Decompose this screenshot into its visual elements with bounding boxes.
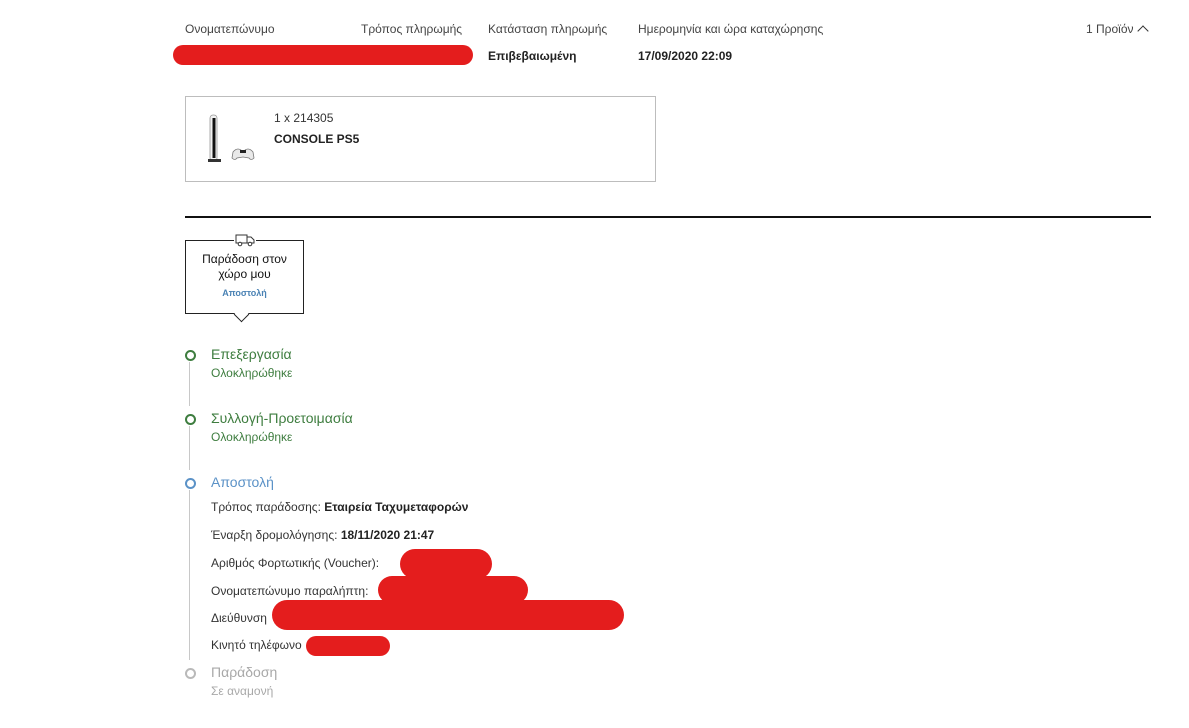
redacted-mobile: [306, 636, 390, 656]
step-dot-active: [185, 478, 196, 489]
step-title: Παράδοση: [211, 664, 278, 680]
timeline-line: [189, 426, 190, 470]
delivery-method-label: Τρόπος παράδοσης:: [211, 500, 321, 514]
delivery-type-box: Παράδοση στον χώρο μου Αποστολή: [185, 240, 304, 314]
product-quantity: 1 x 214305: [274, 111, 334, 125]
step-title: Αποστολή: [211, 474, 274, 490]
payment-status-label: Κατάσταση πληρωμής: [488, 22, 608, 36]
payment-method-label: Τρόπος πληρωμής: [361, 22, 463, 36]
voucher-label: Αριθμός Φορτωτικής (Voucher):: [211, 556, 380, 570]
timeline-line: [189, 362, 190, 406]
name-label: Ονοματεπώνυμο: [185, 22, 275, 36]
recipient-label: Ονοματεπώνυμο παραλήπτη:: [211, 584, 369, 598]
product-image: [208, 114, 255, 162]
step-dot-pending: [185, 668, 196, 679]
delivery-method-value: Εταιρεία Ταχυμεταφορών: [324, 500, 469, 514]
mobile-label: Κινητό τηλέφωνο: [211, 638, 302, 652]
payment-status-value: Επιβεβαιωμένη: [488, 49, 577, 63]
products-toggle-label: 1 Προϊόν: [1086, 22, 1134, 36]
routing-start-value: 18/11/2020 21:47: [340, 528, 435, 542]
redacted-voucher: [400, 549, 492, 579]
truck-icon: [234, 233, 256, 247]
product-name[interactable]: CONSOLE PS5: [274, 132, 359, 146]
delivery-method-row: Τρόπος παράδοσης: Εταιρεία Ταχυμεταφορών: [211, 500, 468, 514]
product-card[interactable]: [185, 96, 656, 182]
date-label: Ημερομηνία και ώρα καταχώρησης: [638, 22, 824, 36]
step-title: Επεξεργασία: [211, 346, 292, 362]
step-subtitle: Ολοκληρώθηκε: [211, 430, 293, 444]
address-label: Διεύθυνση: [211, 611, 267, 625]
step-subtitle: Σε αναμονή: [211, 684, 274, 698]
date-value: 17/09/2020 22:09: [638, 49, 733, 63]
step-dot-completed: [185, 414, 196, 425]
products-toggle[interactable]: 1 Προϊόν: [1086, 22, 1149, 37]
redacted-name-payment: [173, 45, 473, 65]
routing-start-label: Έναρξη δρομολόγησης:: [211, 528, 338, 542]
timeline-line: [189, 490, 190, 660]
delivery-type-title: Παράδοση στον χώρο μου: [202, 252, 287, 281]
delivery-type-status: Αποστολή: [222, 288, 267, 298]
step-title: Συλλογή-Προετοιμασία: [211, 410, 353, 426]
step-dot-completed: [185, 350, 196, 361]
chevron-up-icon: [1136, 25, 1149, 37]
routing-start-row: Έναρξη δρομολόγησης: 18/11/2020 21:47: [211, 528, 434, 542]
section-divider: [185, 216, 1151, 218]
redacted-address: [272, 600, 624, 630]
step-subtitle: Ολοκληρώθηκε: [211, 366, 293, 380]
